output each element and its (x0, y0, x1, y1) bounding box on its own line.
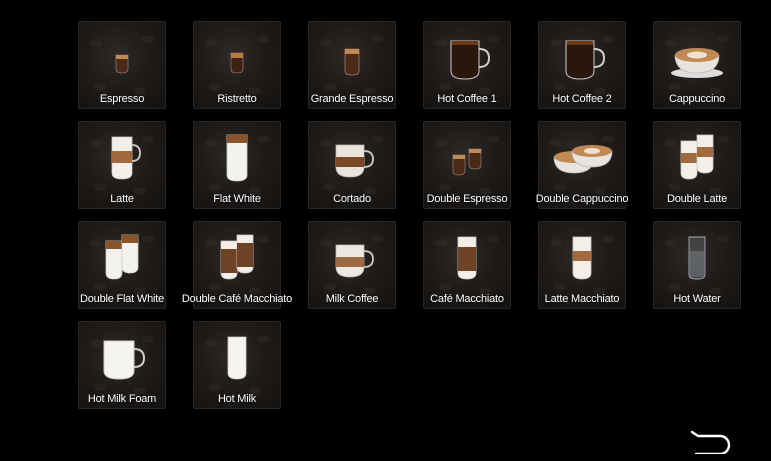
grande-espresso-cup-icon (344, 48, 360, 76)
drink-tile-latte-macchiato[interactable]: Latte Macchiato (538, 221, 626, 309)
back-arrow-icon (690, 430, 731, 456)
coffee-mug-icon (565, 40, 606, 80)
drink-tile-cortado[interactable]: Cortado (308, 121, 396, 209)
double-cappuccino-cups-icon (553, 145, 613, 174)
drink-tile-ristretto[interactable]: Ristretto (193, 21, 281, 109)
milk-foam-mug-icon (103, 340, 146, 380)
drink-tile-espresso[interactable]: Espresso (78, 21, 166, 109)
drink-label: Grande Espresso (310, 93, 394, 105)
drink-label: Hot Coffee 2 (552, 93, 612, 105)
drink-tile-hot-coffee-2[interactable]: Hot Coffee 2 (538, 21, 626, 109)
drink-tile-grande-espresso[interactable]: Grande Espresso (308, 21, 396, 109)
flat-white-glass-icon (226, 134, 248, 182)
cappuccino-cup-icon (671, 48, 723, 78)
latte-macchiato-glass-icon (572, 236, 592, 280)
drink-label: Double Flat White (79, 293, 165, 305)
double-cafe-macchiato-glasses-icon (220, 234, 254, 280)
drink-label: Hot Milk Foam (87, 393, 157, 405)
double-espresso-cups-icon (452, 148, 482, 176)
drink-label: Latte (110, 193, 134, 205)
drink-tile-flat-white[interactable]: Flat White (193, 121, 281, 209)
cortado-cup-icon (335, 144, 374, 178)
drink-tile-milk-coffee[interactable]: Milk Coffee (308, 221, 396, 309)
coffee-mug-icon (450, 40, 491, 80)
drink-label: Hot Milk (217, 393, 257, 405)
drink-label: Double Cappuccino (535, 193, 629, 205)
double-latte-glasses-icon (680, 134, 714, 180)
drink-label: Milk Coffee (325, 293, 379, 305)
ristretto-cup-icon (230, 52, 244, 74)
drink-label: Latte Macchiato (544, 293, 620, 305)
drink-label: Cortado (333, 193, 371, 205)
drink-label: Hot Water (673, 293, 721, 305)
milk-coffee-cup-icon (335, 244, 374, 278)
drink-tile-hot-milk[interactable]: Hot Milk (193, 321, 281, 409)
drink-label: Double Latte (667, 193, 727, 205)
drink-label: Café Macchiato (430, 293, 504, 305)
drink-label: Double Café Macchiato (181, 293, 293, 305)
drink-tile-hot-coffee-1[interactable]: Hot Coffee 1 (423, 21, 511, 109)
drink-label: Ristretto (217, 93, 257, 105)
espresso-cup-icon (115, 54, 129, 74)
drink-label: Flat White (213, 193, 261, 205)
drink-tile-cappuccino[interactable]: Cappuccino (653, 21, 741, 109)
drink-tile-latte[interactable]: Latte (78, 121, 166, 209)
cafe-macchiato-glass-icon (457, 236, 477, 280)
drink-selection-screen: Espresso Ristretto Grande Espresso Hot C… (8, 8, 763, 456)
drink-tile-double-cappuccino[interactable]: Double Cappuccino (535, 121, 629, 209)
latte-glass-icon (111, 136, 141, 180)
double-flat-white-glasses-icon (105, 234, 139, 280)
drink-tile-double-espresso[interactable]: Double Espresso (423, 121, 511, 209)
drink-label: Hot Coffee 1 (437, 93, 497, 105)
drink-label: Double Espresso (426, 193, 508, 205)
drink-tile-double-latte[interactable]: Double Latte (653, 121, 741, 209)
drink-label: Cappuccino (668, 93, 726, 105)
drink-tile-double-cafe-macchiato[interactable]: Double Café Macchiato (182, 221, 292, 309)
drink-tile-hot-milk-foam[interactable]: Hot Milk Foam (78, 321, 166, 409)
back-button[interactable] (688, 428, 734, 456)
drink-tile-double-flat-white[interactable]: Double Flat White (78, 221, 166, 309)
drink-label: Espresso (99, 93, 145, 105)
drink-tile-cafe-macchiato[interactable]: Café Macchiato (423, 221, 511, 309)
water-glass-icon (688, 236, 706, 280)
drink-tile-hot-water[interactable]: Hot Water (653, 221, 741, 309)
milk-glass-icon (227, 336, 247, 380)
